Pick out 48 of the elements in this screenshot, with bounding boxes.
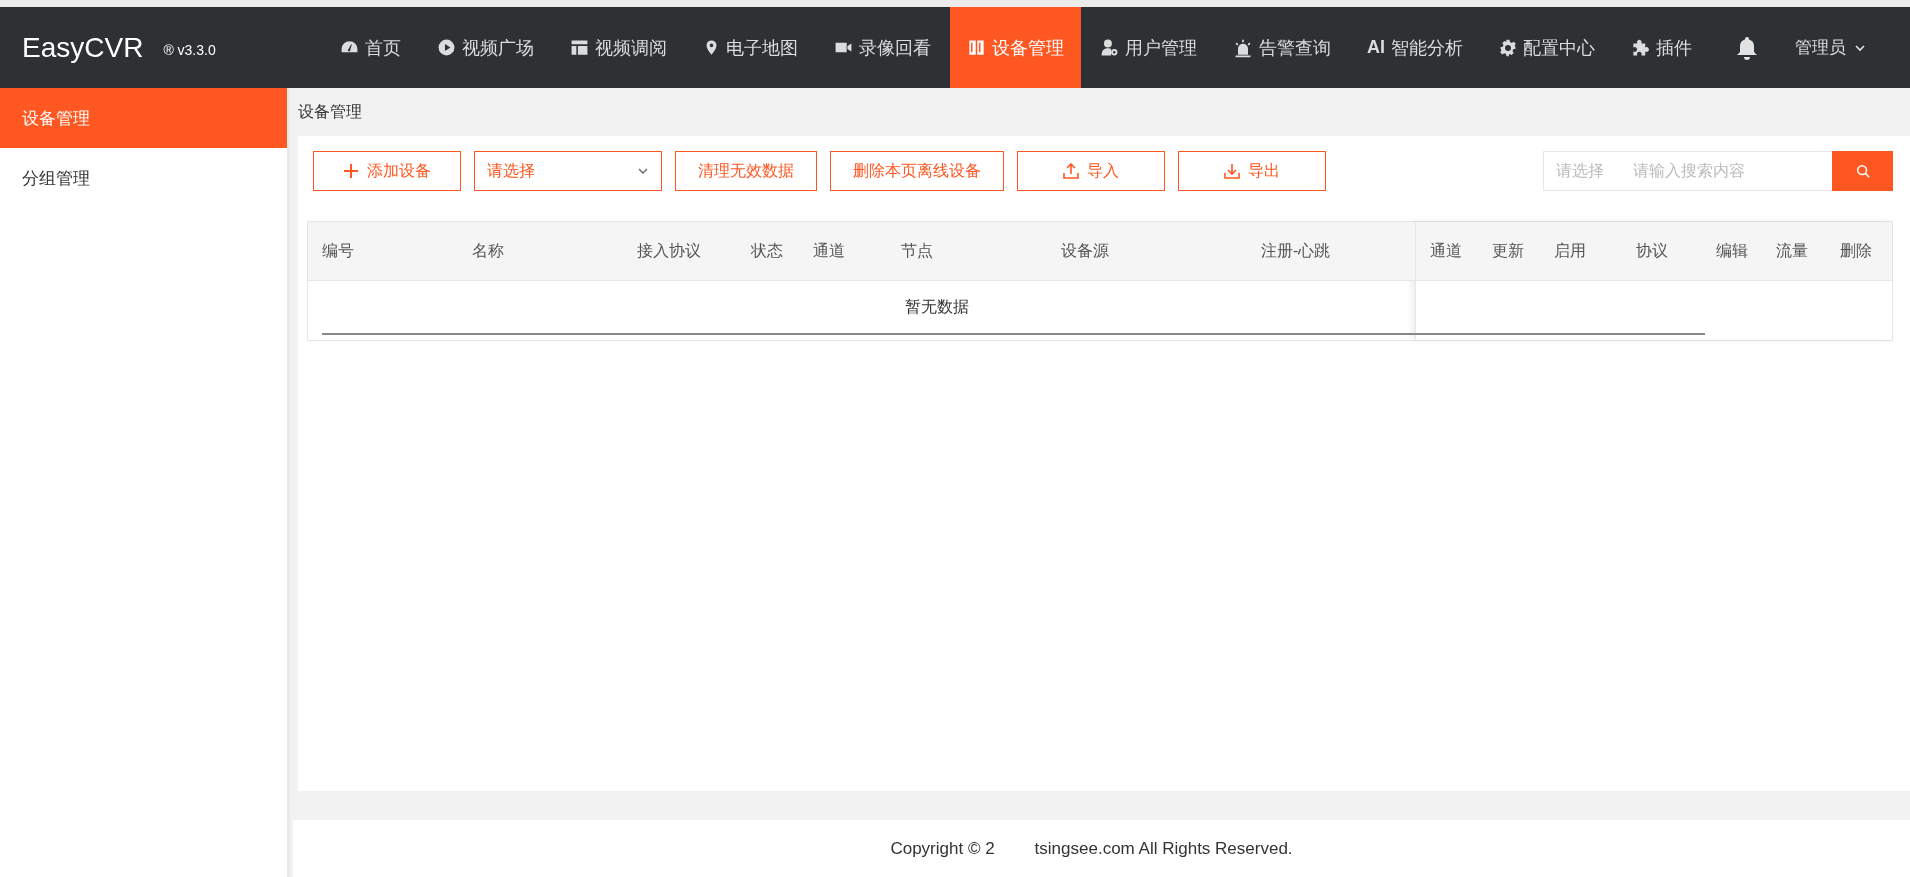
- sidebar-item[interactable]: 分组管理: [0, 148, 287, 208]
- gear-icon: [1499, 38, 1517, 57]
- download-icon: [1224, 163, 1240, 179]
- column-header: 注册-心跳: [1260, 240, 1332, 261]
- nav-tab[interactable]: 首页: [323, 7, 418, 88]
- nav-tab[interactable]: 视频调阅: [553, 7, 684, 88]
- column-header: 更新: [1491, 240, 1525, 261]
- bell-icon[interactable]: [1735, 34, 1759, 61]
- plus-icon: [343, 163, 359, 179]
- scope-field[interactable]: 请选择: [1543, 151, 1621, 191]
- breadcrumb: 设备管理: [298, 101, 362, 122]
- copyright-text: Copyright © 2: [890, 838, 995, 859]
- column-header: 通道: [1429, 240, 1463, 261]
- column-header: 状态: [750, 240, 784, 261]
- app-logo: EasyCVR: [22, 31, 144, 64]
- nav-tab[interactable]: 用户管理: [1083, 7, 1214, 88]
- copyright-text: tsingsee.com All Rights Reserved.: [1034, 838, 1293, 859]
- empty-message: 暂无数据: [904, 296, 969, 317]
- column-header: 编号: [321, 240, 355, 261]
- puzzle-icon: [1631, 38, 1650, 57]
- column-header: 流量: [1775, 240, 1809, 261]
- nav-tab[interactable]: 电子地图: [686, 7, 815, 88]
- column-header: 接入协议: [636, 240, 702, 261]
- column-header: 删除: [1839, 240, 1873, 261]
- column-header: 编辑: [1715, 240, 1749, 261]
- nav-tab[interactable]: AI 智能分析: [1350, 7, 1480, 88]
- nav-tab[interactable]: 配置中心: [1482, 7, 1612, 88]
- user-menu[interactable]: 管理员: [1795, 7, 1866, 88]
- siren-icon: [1233, 37, 1253, 58]
- column-header: 节点: [900, 240, 934, 261]
- layout-icon: [570, 38, 589, 57]
- column-header: 设备源: [1060, 240, 1110, 261]
- user-gear-icon: [1100, 38, 1119, 57]
- search-field[interactable]: 请输入搜索内容: [1621, 151, 1832, 191]
- scrollbar[interactable]: [322, 333, 1705, 335]
- version-label: ® v3.3.0: [163, 41, 216, 58]
- nav-tab[interactable]: 录像回看: [817, 7, 948, 88]
- nav-tab[interactable]: 视频广场: [420, 7, 551, 88]
- search-icon: [1855, 164, 1870, 178]
- column-header: 启用: [1553, 240, 1587, 261]
- nav-tab[interactable]: 插件: [1614, 7, 1709, 88]
- nav-tab[interactable]: 告警查询: [1216, 7, 1348, 88]
- search-button[interactable]: [1832, 151, 1893, 191]
- column-header: 通道: [812, 240, 846, 261]
- column-header: 名称: [471, 240, 505, 261]
- column-header: 协议: [1635, 240, 1669, 261]
- upload-icon: [1063, 163, 1079, 179]
- play-icon: [437, 38, 456, 57]
